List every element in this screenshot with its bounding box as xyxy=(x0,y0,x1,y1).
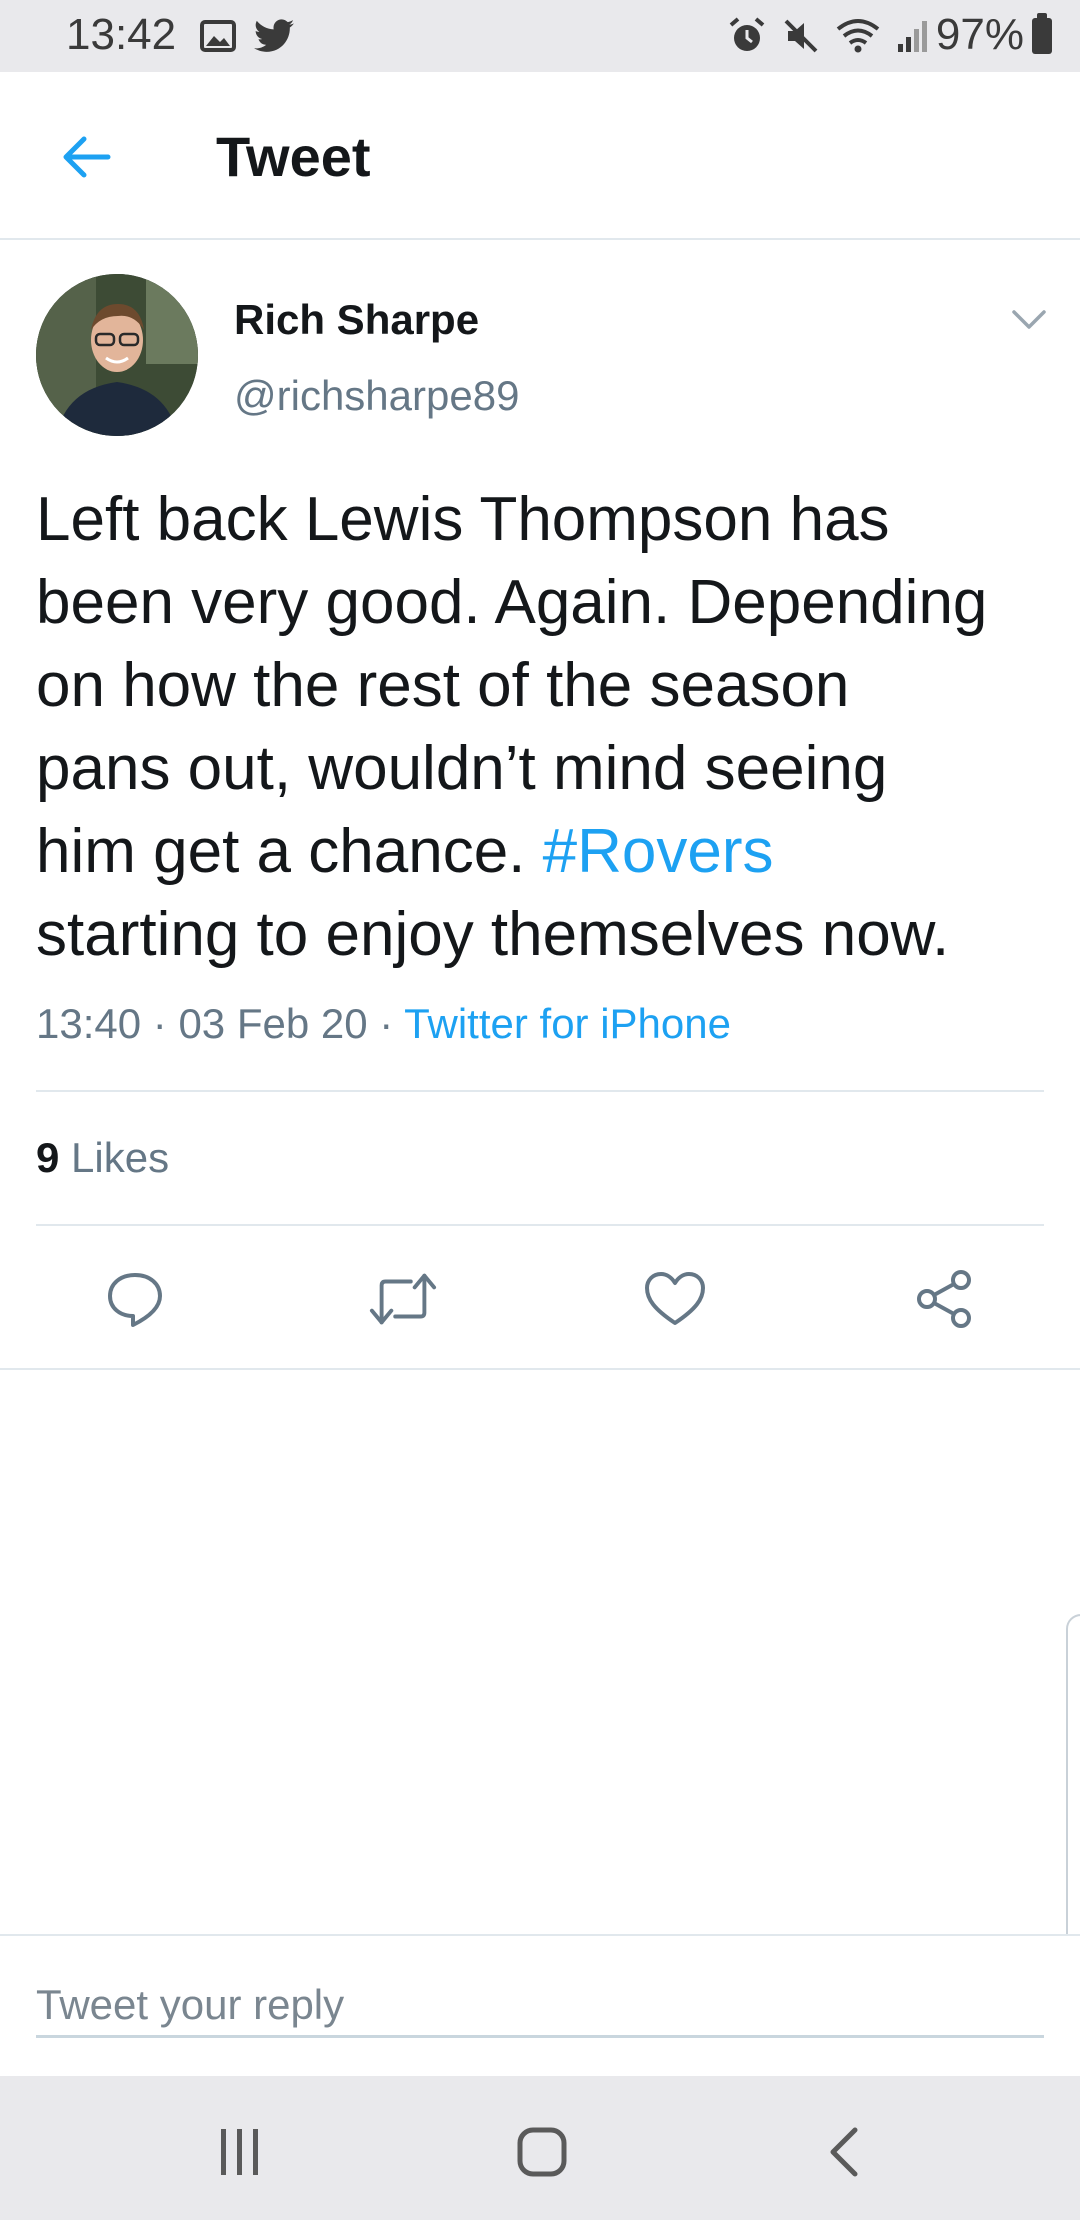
tweet-text: Left back Lewis Thompson has been very g… xyxy=(36,478,1056,976)
divider xyxy=(36,1090,1044,1092)
author-name[interactable]: Rich Sharpe xyxy=(234,296,479,344)
tweet-date: 03 Feb 20 xyxy=(178,1000,368,1047)
status-time: 13:42 xyxy=(66,10,177,59)
battery-percentage: 97% xyxy=(935,10,1024,59)
battery-icon xyxy=(1032,13,1052,54)
tweet-text-line: starting to enjoy themselves now. xyxy=(36,900,950,969)
home-icon xyxy=(517,2127,567,2177)
more-options-button[interactable] xyxy=(1004,300,1054,340)
twitter-bird-icon xyxy=(254,19,294,52)
reply-composer xyxy=(0,1934,1080,2076)
chevron-down-icon xyxy=(1012,310,1046,329)
tweet-text-line: pans out, wouldn’t mind seeing xyxy=(36,734,888,803)
hashtag-link[interactable]: #Rovers xyxy=(543,817,774,886)
like-button[interactable] xyxy=(640,1264,710,1334)
likes-count: 9 xyxy=(36,1134,60,1181)
heart-icon xyxy=(645,1272,705,1325)
reply-button[interactable] xyxy=(100,1264,170,1334)
chevron-left-icon xyxy=(830,2127,858,2177)
tweet-time: 13:40 xyxy=(36,1000,142,1047)
tweet-header: Tweet xyxy=(0,72,1080,240)
share-icon xyxy=(917,1270,971,1328)
comment-icon xyxy=(108,1273,162,1327)
divider xyxy=(0,1368,1080,1370)
tweet-text-fragment: him get a chance. xyxy=(36,817,543,886)
status-notification-icons xyxy=(200,16,294,56)
retweet-icon xyxy=(369,1273,437,1325)
reply-input[interactable] xyxy=(36,1974,1044,2038)
likes-row[interactable]: 9 Likes xyxy=(36,1134,169,1182)
tweet-text-line-with-hashtag: him get a chance. #Rovers xyxy=(36,810,1056,893)
system-back-button[interactable] xyxy=(804,2112,884,2192)
likes-label: Likes xyxy=(59,1134,170,1181)
meta-separator: · xyxy=(141,1000,179,1047)
tweet-actions-bar xyxy=(0,1226,1080,1368)
recent-apps-icon xyxy=(221,2129,258,2175)
tweet-text-line: Left back Lewis Thompson has xyxy=(36,485,890,554)
wifi-icon xyxy=(836,19,880,53)
status-bar: 13:42 97% xyxy=(0,0,1080,72)
mute-icon xyxy=(784,19,818,53)
alarm-icon xyxy=(729,17,765,51)
meta-separator: · xyxy=(367,1000,405,1047)
tweet-text-line: on how the rest of the season xyxy=(36,651,850,720)
system-nav-bar xyxy=(0,2076,1080,2220)
tweet-metadata: 13:40 · 03 Feb 20 · Twitter for iPhone xyxy=(36,1000,731,1048)
recent-apps-button[interactable] xyxy=(200,2112,280,2192)
back-arrow-icon xyxy=(63,136,111,178)
author-handle[interactable]: @richsharpe89 xyxy=(234,372,519,420)
avatar[interactable] xyxy=(36,274,198,436)
retweet-button[interactable] xyxy=(368,1264,438,1334)
image-icon xyxy=(200,20,236,52)
status-system-icons xyxy=(728,14,930,58)
share-button[interactable] xyxy=(910,1264,980,1334)
tweet-source-link[interactable]: Twitter for iPhone xyxy=(404,1000,731,1047)
back-button[interactable] xyxy=(50,122,120,192)
signal-icon xyxy=(898,21,927,52)
home-button[interactable] xyxy=(502,2112,582,2192)
page-title: Tweet xyxy=(216,125,371,188)
tweet-text-line: been very good. Again. Depending xyxy=(36,568,988,637)
avatar-photo xyxy=(36,274,198,436)
